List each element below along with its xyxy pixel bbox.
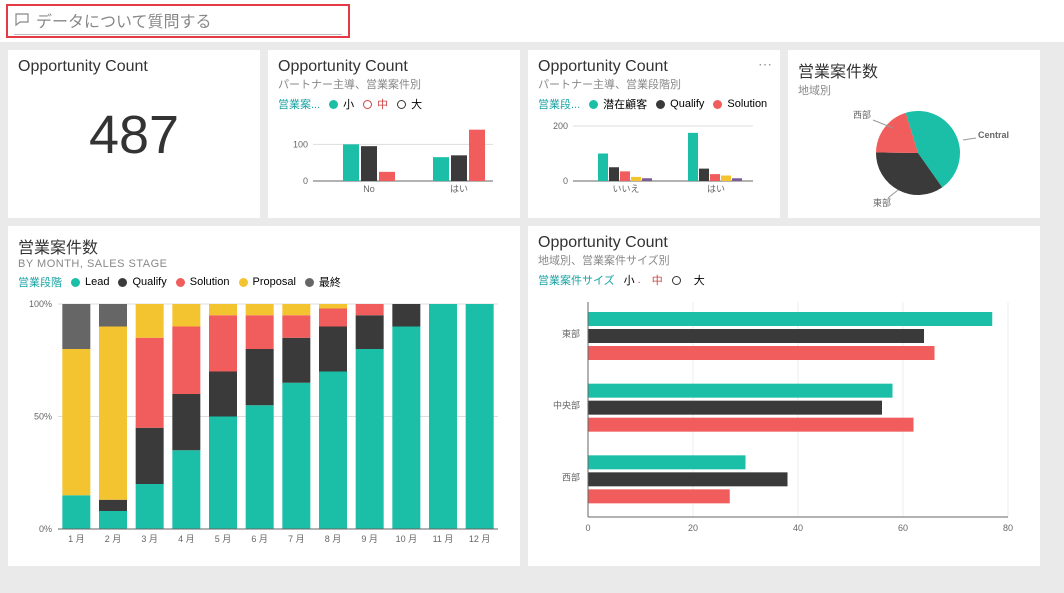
svg-text:9 月: 9 月 <box>361 534 378 544</box>
dashboard: Opportunity Count 487 Opportunity Count … <box>0 42 1064 574</box>
more-icon[interactable]: ⋯ <box>758 56 772 73</box>
svg-text:5 月: 5 月 <box>215 534 232 544</box>
qa-input[interactable]: データについて質問する <box>14 8 342 35</box>
kpi-title: Opportunity Count <box>8 50 260 76</box>
svg-text:東部: 東部 <box>562 328 580 339</box>
kpi-value: 487 <box>8 76 260 194</box>
tile-title: Opportunity Count <box>528 226 1040 252</box>
svg-text:50%: 50% <box>34 412 52 422</box>
tile-partner-stage[interactable]: ⋯ Opportunity Count パートナー主導、営業段階別 営業段...… <box>528 50 780 218</box>
top-bar: データについて質問する <box>0 0 1064 42</box>
tile-subtitle: 地域別、営業案件サイズ別 <box>528 252 1040 268</box>
qa-placeholder: データについて質問する <box>36 8 212 32</box>
chart: 0 20 40 60 80 東部中央部西部 <box>528 292 1040 563</box>
tile-region-pie[interactable]: 営業案件数 地域別 西部 Central 東部 <box>788 50 1040 218</box>
svg-text:中央部: 中央部 <box>553 400 580 411</box>
svg-text:12 月: 12 月 <box>469 534 491 544</box>
tile-subtitle: BY MONTH, SALES STAGE <box>8 258 520 270</box>
tile-month-stage[interactable]: 営業案件数 BY MONTH, SALES STAGE 営業段階 Lead Qu… <box>8 226 520 566</box>
svg-text:Central: Central <box>978 130 1009 140</box>
svg-text:20: 20 <box>688 523 698 533</box>
qa-highlight-box: データについて質問する <box>6 4 350 38</box>
legend: 営業段階 Lead Qualify Solution Proposal 最終 <box>8 270 520 294</box>
svg-text:3 月: 3 月 <box>141 534 158 544</box>
chart: 0 100 No はい <box>268 116 520 209</box>
svg-text:11 月: 11 月 <box>433 534 454 544</box>
tile-region-size[interactable]: Opportunity Count 地域別、営業案件サイズ別 営業案件サイズ 小… <box>528 226 1040 566</box>
svg-text:2 月: 2 月 <box>105 534 122 544</box>
svg-text:80: 80 <box>1003 523 1013 533</box>
tile-subtitle: 地域別 <box>788 82 1040 98</box>
svg-text:はい: はい <box>450 184 468 194</box>
tile-subtitle: パートナー主導、営業段階別 <box>528 76 780 92</box>
svg-text:いいえ: いいえ <box>612 184 639 194</box>
svg-text:100: 100 <box>293 139 308 149</box>
chart: 0% 50% 100% 1 月 2 月 3 月 4 月 5 月 6 月 7 月 8 月 9 月 10 月… <box>8 294 520 565</box>
svg-text:No: No <box>363 184 375 194</box>
svg-text:8 月: 8 月 <box>325 534 342 544</box>
tile-partner-size[interactable]: Opportunity Count パートナー主導、営業案件別 営業案... 小… <box>268 50 520 218</box>
tile-title: 営業案件数 <box>8 226 520 258</box>
chart: 西部 Central 東部 <box>788 98 1040 226</box>
tile-subtitle: パートナー主導、営業案件別 <box>268 76 520 92</box>
chart: 0 200 いいえ はい <box>528 116 780 209</box>
svg-text:0%: 0% <box>39 524 52 534</box>
svg-text:西部: 西部 <box>562 471 580 482</box>
svg-text:0: 0 <box>585 523 590 533</box>
svg-text:1 月: 1 月 <box>68 534 85 544</box>
legend: 営業段... 潜在顧客 Qualify Solution <box>528 92 780 116</box>
legend: 営業案... 小 中 大 <box>268 92 520 116</box>
svg-text:10 月: 10 月 <box>396 534 418 544</box>
svg-text:東部: 東部 <box>873 197 891 208</box>
tile-title: 営業案件数 <box>788 50 1040 82</box>
tile-title: Opportunity Count <box>268 50 520 76</box>
svg-text:200: 200 <box>553 121 568 131</box>
svg-text:4 月: 4 月 <box>178 534 195 544</box>
svg-text:40: 40 <box>793 523 803 533</box>
tile-title: Opportunity Count <box>528 50 780 76</box>
svg-text:100%: 100% <box>29 299 52 309</box>
chat-icon <box>14 12 30 28</box>
tile-kpi[interactable]: Opportunity Count 487 <box>8 50 260 218</box>
svg-text:西部: 西部 <box>853 109 871 120</box>
svg-text:0: 0 <box>303 176 308 186</box>
svg-text:60: 60 <box>898 523 908 533</box>
svg-text:6 月: 6 月 <box>251 534 268 544</box>
svg-text:0: 0 <box>563 176 568 186</box>
svg-text:7 月: 7 月 <box>288 534 305 544</box>
legend: 営業案件サイズ 小. 中 大 <box>528 268 1040 292</box>
svg-text:はい: はい <box>707 184 725 194</box>
